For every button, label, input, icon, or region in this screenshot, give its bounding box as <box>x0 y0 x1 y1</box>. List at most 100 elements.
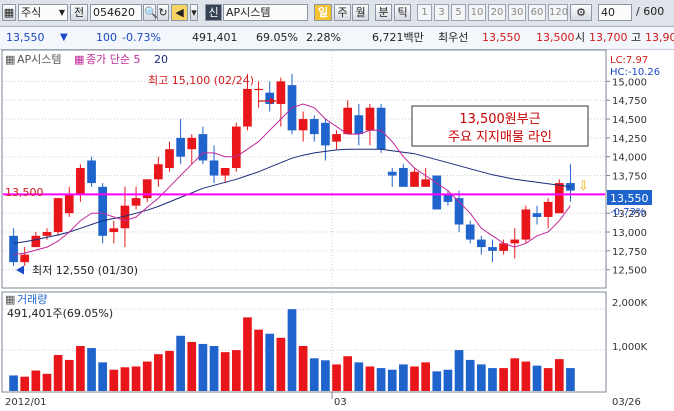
candle-body <box>187 137 197 150</box>
legend-grid-icon: ▦ <box>5 53 15 66</box>
period-20[interactable]: 20 <box>488 4 506 21</box>
candle-body <box>243 88 252 127</box>
candle-body <box>131 198 141 206</box>
settings-icon[interactable]: ⚙ <box>570 4 592 21</box>
volume-value: 491,401주(69.05%) <box>7 307 113 320</box>
chevron-down-icon: ▼ <box>58 8 65 17</box>
weekly-button[interactable]: 주 <box>334 4 351 21</box>
candle-body <box>343 107 353 135</box>
open-price: 13,700 <box>589 31 628 44</box>
period-120[interactable]: 120 <box>548 4 568 21</box>
price-volume-chart[interactable]: 15,00014,75014,50014,25014,00013,75013,2… <box>0 49 674 411</box>
candle-body <box>410 171 419 187</box>
turnover: 2.28% <box>306 31 341 44</box>
chevron-down-icon[interactable]: ▾ <box>190 4 198 21</box>
period-30[interactable]: 30 <box>508 4 526 21</box>
y-axis-label: 13,000 <box>612 228 647 239</box>
high-label: 고 <box>631 31 642 44</box>
current-pct-tag: -0.73% <box>610 207 645 218</box>
volume-bar <box>20 376 30 391</box>
legend-name: AP시스템 <box>17 53 62 66</box>
candle-body <box>154 164 163 180</box>
refresh-icon[interactable]: ↻ <box>157 4 169 21</box>
volume-bar <box>510 358 520 391</box>
count-input[interactable]: 40 <box>598 4 632 21</box>
volume-bar <box>287 309 297 391</box>
prefix-button[interactable]: 전 <box>70 4 88 21</box>
search-icon[interactable]: 🔍 <box>143 4 158 21</box>
min-price-label: 최저 12,550 (01/30) <box>32 264 138 277</box>
grid-icon[interactable]: ▦ <box>2 4 16 21</box>
candle-body <box>165 149 174 168</box>
period-60[interactable]: 60 <box>528 4 546 21</box>
y-axis-label: 12,500 <box>612 266 647 277</box>
volume-bar <box>231 350 241 391</box>
volume-bar <box>410 366 419 391</box>
period-3[interactable]: 3 <box>434 4 449 21</box>
volume-bar <box>543 368 553 391</box>
monthly-button[interactable]: 월 <box>352 4 369 21</box>
bid-price: 13,550 <box>482 31 521 44</box>
candle-body <box>543 201 553 217</box>
volume-bar <box>554 359 564 391</box>
period-10[interactable]: 10 <box>468 4 486 21</box>
code-input[interactable]: 054620 ▼ <box>90 4 142 21</box>
candle-body <box>76 168 85 195</box>
candle-body <box>443 194 453 202</box>
volume-bar <box>532 365 542 391</box>
volume-bar <box>521 361 531 391</box>
volume-bar <box>465 359 475 391</box>
minute-button[interactable]: 분 <box>375 4 392 21</box>
volume-bar <box>365 366 375 391</box>
period-5[interactable]: 5 <box>451 4 466 21</box>
y-axis-label: 14,500 <box>612 115 647 126</box>
flag-badge: 신 <box>205 4 222 21</box>
market-select[interactable]: 주식 ▼ <box>18 4 68 21</box>
price-change-pct: -0.73% <box>122 31 161 44</box>
lc-value: LC:7.97 <box>610 55 648 66</box>
high-price: 13,90 <box>645 31 674 44</box>
price-axis: 15,00014,75014,50014,25014,00013,75013,2… <box>612 77 647 276</box>
current-price-tag-text: 13,550 <box>610 192 649 205</box>
volume-bar <box>220 352 230 391</box>
volume-bar <box>42 373 52 391</box>
total-count: / 600 <box>636 5 665 18</box>
chevron-down-icon: ▼ <box>133 20 139 21</box>
candle-body <box>231 126 241 168</box>
down-arrow-icon: ⇩ <box>578 179 589 194</box>
volume-bar <box>399 364 408 391</box>
volume-bar <box>109 369 119 391</box>
tick-button[interactable]: 틱 <box>394 4 411 21</box>
candle-body <box>554 183 564 214</box>
open-label: 시 <box>575 31 586 44</box>
candle-body <box>510 239 520 244</box>
volume-bar <box>76 346 85 391</box>
volume-bar <box>154 354 163 391</box>
candle-body <box>176 137 185 157</box>
period-1[interactable]: 1 <box>417 4 432 21</box>
volume-bar <box>209 346 219 391</box>
legend-ma-icon: ▦ <box>74 53 84 66</box>
x-axis-label-mid: 03 <box>334 397 347 408</box>
candle-body <box>465 224 475 240</box>
speaker-icon[interactable]: ◀ <box>171 4 188 21</box>
volume-bar <box>421 362 430 391</box>
candle-body <box>31 235 41 248</box>
candle-body <box>521 209 531 240</box>
trade-amount: 6,721백만 <box>372 31 424 44</box>
volume-bar <box>387 369 397 391</box>
legend-ma20: 20 <box>154 53 168 66</box>
volume-grid-icon: ▦ <box>5 293 15 306</box>
y-axis-label: 12,750 <box>612 247 647 258</box>
candle-body <box>488 247 497 251</box>
x-axis-label-end: 03/26 <box>612 397 641 408</box>
volume-bar <box>443 369 453 391</box>
volume-bar <box>332 364 341 391</box>
legend-ma5: 종가 단순 5 <box>86 53 140 66</box>
best-bid-label: 최우선 <box>438 31 469 44</box>
daily-button[interactable]: 일 <box>314 4 332 21</box>
candle-body <box>220 168 230 176</box>
candle-body <box>332 134 341 142</box>
candle-body <box>532 213 542 217</box>
candle-body <box>298 119 308 131</box>
